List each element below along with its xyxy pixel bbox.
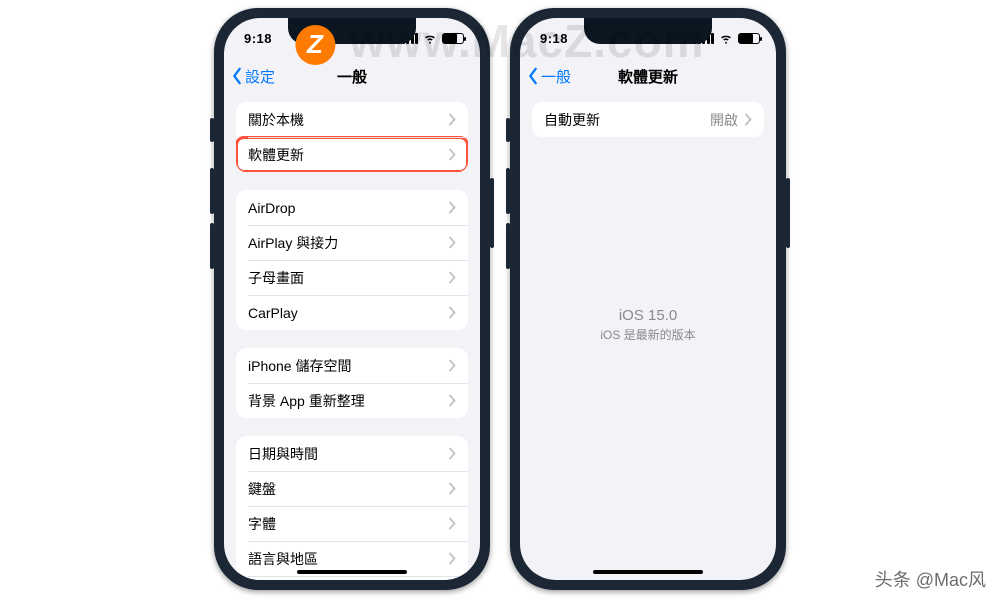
power-button xyxy=(786,178,790,248)
volume-up-button xyxy=(210,168,214,214)
chevron-right-icon xyxy=(448,113,456,126)
mute-switch xyxy=(210,118,214,142)
page-title: 一般 xyxy=(337,66,367,87)
power-button xyxy=(490,178,494,248)
chevron-right-icon xyxy=(448,148,456,161)
row-label: 軟體更新 xyxy=(248,145,304,165)
nav-bar: 一般 軟體更新 xyxy=(520,58,776,94)
chevron-right-icon xyxy=(448,394,456,407)
row-value: 開啟 xyxy=(710,110,738,130)
update-status: iOS 15.0 iOS 是最新的版本 xyxy=(532,307,764,343)
settings-row[interactable]: 子母畫面 xyxy=(236,260,468,295)
volume-up-button xyxy=(506,168,510,214)
wifi-icon xyxy=(423,31,437,45)
phone-left: 9:18 設定 一般 關於本機軟體更新 AirDrop AirPlay 與接力子母畫… xyxy=(214,8,490,590)
row-label: AirDrop xyxy=(248,200,295,216)
settings-row[interactable]: CarPlay xyxy=(236,295,468,330)
row-label: 背景 App 重新整理 xyxy=(248,391,365,411)
row-label: iPhone 儲存空間 xyxy=(248,356,351,376)
ios-version: iOS 15.0 xyxy=(532,307,764,324)
phone-right: 9:18 一般 軟體更新 自動更新 xyxy=(510,8,786,590)
settings-row[interactable]: 背景 App 重新整理 xyxy=(236,383,468,418)
settings-row[interactable]: AirDrop xyxy=(236,190,468,225)
row-label: 自動更新 xyxy=(544,110,600,130)
chevron-right-icon xyxy=(448,447,456,460)
nav-bar: 設定 一般 xyxy=(224,58,480,94)
notch xyxy=(584,18,712,44)
chevron-right-icon xyxy=(448,271,456,284)
chevron-right-icon xyxy=(448,201,456,214)
battery-icon xyxy=(442,33,464,44)
settings-row[interactable]: 鍵盤 xyxy=(236,471,468,506)
row-label: 日期與時間 xyxy=(248,444,318,464)
settings-row[interactable]: 辭典 xyxy=(236,576,468,580)
back-label: 設定 xyxy=(245,66,275,87)
volume-down-button xyxy=(506,223,510,269)
row-label: 字體 xyxy=(248,514,276,534)
chevron-left-icon xyxy=(230,67,244,85)
volume-down-button xyxy=(210,223,214,269)
row-label: 關於本機 xyxy=(248,110,304,130)
settings-row[interactable]: 軟體更新 xyxy=(236,137,468,172)
status-time: 9:18 xyxy=(244,31,272,46)
credit-text: 头条 @Mac风 xyxy=(875,566,986,592)
settings-row[interactable]: AirPlay 與接力 xyxy=(236,225,468,260)
chevron-right-icon xyxy=(448,482,456,495)
battery-icon xyxy=(738,33,760,44)
chevron-right-icon xyxy=(448,236,456,249)
home-indicator[interactable] xyxy=(593,570,703,574)
settings-row[interactable]: iPhone 儲存空間 xyxy=(236,348,468,383)
row-label: 子母畫面 xyxy=(248,268,304,288)
chevron-right-icon xyxy=(448,552,456,565)
row-label: AirPlay 與接力 xyxy=(248,233,338,253)
back-label: 一般 xyxy=(541,66,571,87)
settings-row[interactable]: 字體 xyxy=(236,506,468,541)
chevron-right-icon xyxy=(448,517,456,530)
status-time: 9:18 xyxy=(540,31,568,46)
row-label: 鍵盤 xyxy=(248,479,276,499)
chevron-right-icon xyxy=(744,113,752,126)
back-button[interactable]: 一般 xyxy=(526,58,571,94)
row-label: 語言與地區 xyxy=(248,549,318,569)
home-indicator[interactable] xyxy=(297,570,407,574)
page-title: 軟體更新 xyxy=(618,66,678,87)
mute-switch xyxy=(506,118,510,142)
settings-row[interactable]: 關於本機 xyxy=(236,102,468,137)
notch xyxy=(288,18,416,44)
row-label: CarPlay xyxy=(248,305,298,321)
settings-row[interactable]: 日期與時間 xyxy=(236,436,468,471)
back-button[interactable]: 設定 xyxy=(230,58,275,94)
chevron-right-icon xyxy=(448,306,456,319)
wifi-icon xyxy=(719,31,733,45)
ios-status: iOS 是最新的版本 xyxy=(532,326,764,343)
chevron-right-icon xyxy=(448,359,456,372)
chevron-left-icon xyxy=(526,67,540,85)
row-auto-update[interactable]: 自動更新 開啟 xyxy=(532,102,764,137)
